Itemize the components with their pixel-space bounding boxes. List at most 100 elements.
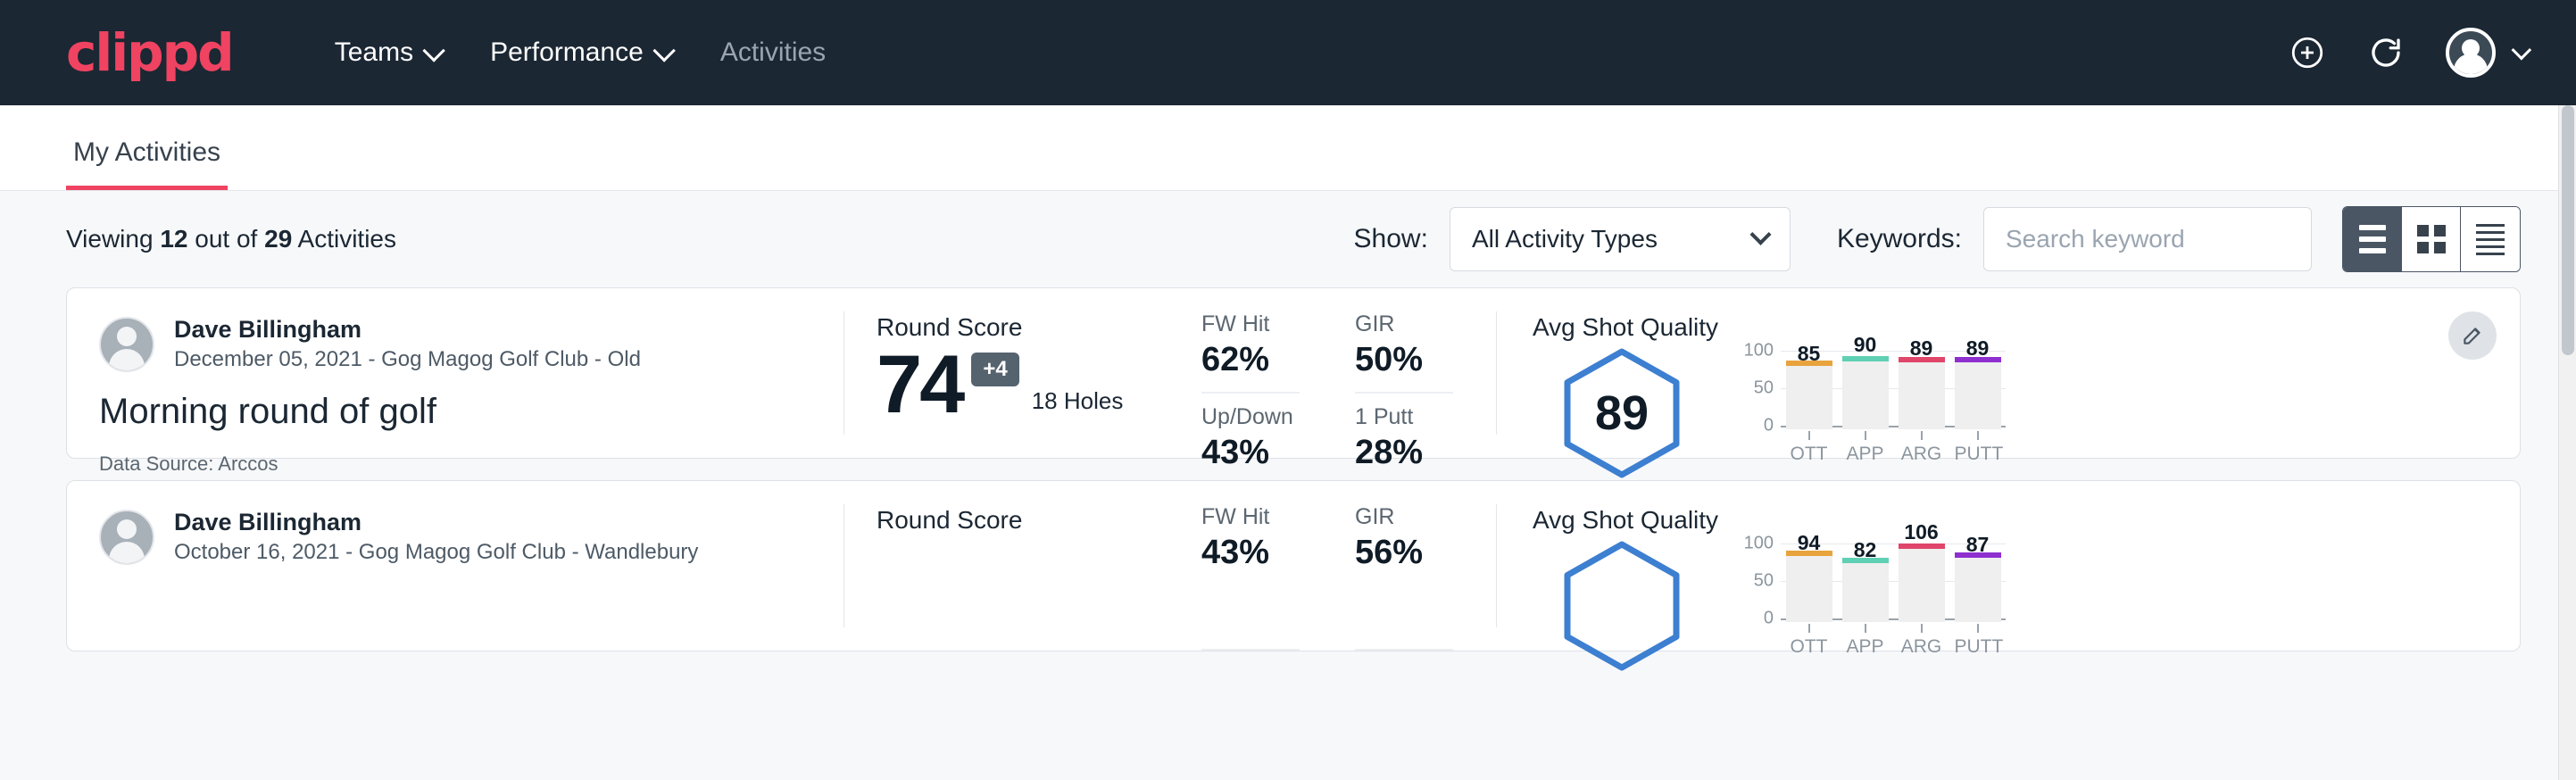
x-tick-ott: OTT <box>1786 624 1832 658</box>
avatar <box>99 510 154 565</box>
avg-shot-quality-body: 89 100 50 0 85 <box>1533 347 2520 479</box>
quality-score-value <box>1563 540 1681 672</box>
nav-actions <box>2289 28 2526 78</box>
bar-arg <box>1899 544 1945 622</box>
avg-shot-quality-body: 100 50 0 94 <box>1533 540 2520 672</box>
grid-view-icon <box>2417 225 2446 253</box>
x-label-ott: OTT <box>1791 444 1828 464</box>
avg-shot-quality-label: Avg Shot Quality <box>1533 313 2520 342</box>
chart-bars: 85 90 <box>1781 347 2006 429</box>
stat-fw-hit: FW Hit 62% <box>1201 311 1300 394</box>
quality-hexagon-wrap <box>1533 540 1711 672</box>
grid-view-button[interactable] <box>2402 207 2461 271</box>
stat-one-putt-label: 1 Putt <box>1355 404 1453 430</box>
round-score-label: Round Score <box>877 506 1201 535</box>
page-scrollbar[interactable] <box>2558 105 2576 780</box>
bar-cap-ott <box>1786 551 1832 556</box>
stat-fw-hit-value: 62% <box>1201 337 1300 383</box>
bar-app <box>1842 558 1889 622</box>
nav-item-performance[interactable]: Performance <box>465 37 695 68</box>
chart-x-axis: OTT APP ARG PUTT <box>1781 624 2006 658</box>
chart-bars: 94 82 <box>1781 540 2006 622</box>
list-view-button[interactable] <box>2343 207 2402 271</box>
viewing-count-text: Viewing 12 out of 29 Activities <box>66 225 396 253</box>
bar-slot-putt: 89 <box>1955 347 2001 429</box>
y-tick-50: 50 <box>1754 378 1774 399</box>
player-name: Dave Billingham <box>174 315 641 345</box>
refresh-icon[interactable] <box>2367 34 2405 71</box>
y-tick-50: 50 <box>1754 571 1774 592</box>
bar-ott <box>1786 361 1832 429</box>
avg-shot-quality-section: Avg Shot Quality 100 50 0 <box>1497 481 2520 651</box>
activity-type-select-value: All Activity Types <box>1472 225 1658 253</box>
bar-value-app: 90 <box>1842 333 1889 357</box>
bar-value-arg: 106 <box>1899 520 1945 544</box>
round-score-badge: +4 <box>971 353 1018 386</box>
y-tick-0: 0 <box>1764 416 1774 436</box>
tab-my-activities[interactable]: My Activities <box>66 137 228 190</box>
round-holes: 18 Holes <box>1032 387 1124 415</box>
stat-fw-hit-label: FW Hit <box>1201 311 1300 337</box>
user-menu[interactable] <box>2446 28 2526 78</box>
player-name: Dave Billingham <box>174 508 698 538</box>
x-tick-arg: ARG <box>1899 624 1945 658</box>
bar-app <box>1842 356 1889 429</box>
viewing-suffix: Activities <box>298 225 396 253</box>
stat-gir: GIR 56% <box>1355 504 1453 651</box>
bar-slot-ott: 94 <box>1786 540 1832 622</box>
pencil-icon <box>2461 324 2484 347</box>
stat-up-down-value: 43% <box>1201 430 1300 476</box>
viewing-count: 12 <box>160 225 187 253</box>
avg-shot-quality-section: Avg Shot Quality 89 100 50 0 <box>1497 288 2520 458</box>
activity-type-select[interactable]: All Activity Types <box>1450 207 1791 271</box>
nav-item-teams[interactable]: Teams <box>310 37 465 68</box>
bar-slot-ott: 85 <box>1786 347 1832 429</box>
list-view-icon <box>2359 225 2386 253</box>
filter-bar: Viewing 12 out of 29 Activities Show: Al… <box>0 191 2576 287</box>
tab-bar: My Activities <box>0 105 2576 191</box>
clippd-logo[interactable]: clippd <box>66 27 233 79</box>
bar-cap-ott <box>1786 361 1832 366</box>
bar-slot-arg: 106 <box>1899 540 1945 622</box>
detail-view-button[interactable] <box>2461 207 2520 271</box>
nav-item-activities-label: Activities <box>720 37 826 68</box>
round-score-value: 74 <box>877 344 962 426</box>
y-tick-100: 100 <box>1744 534 1774 554</box>
top-navigation-bar: clippd Teams Performance Activities <box>0 0 2576 105</box>
bar-slot-arg: 89 <box>1899 347 1945 429</box>
scrollbar-thumb[interactable] <box>2562 105 2574 355</box>
stat-fw-hit-value: 43% <box>1201 530 1300 576</box>
stat-gir-label: GIR <box>1355 504 1453 530</box>
x-tick-ott: OTT <box>1786 431 1832 465</box>
quality-score-value: 89 <box>1563 347 1681 479</box>
tab-my-activities-label: My Activities <box>73 137 220 167</box>
y-tick-100: 100 <box>1744 341 1774 361</box>
edit-activity-button[interactable] <box>2448 311 2497 360</box>
bar-putt <box>1955 357 2001 429</box>
quality-hexagon: 89 <box>1563 347 1681 479</box>
chevron-down-icon <box>2512 40 2532 61</box>
detail-view-icon <box>2476 224 2505 255</box>
activity-card[interactable]: Dave Billingham December 05, 2021 - Gog … <box>66 287 2521 459</box>
nav-item-performance-label: Performance <box>490 37 644 68</box>
activity-data-source: Data Source: Arccos <box>99 452 811 476</box>
stat-gir: GIR 50% <box>1355 311 1453 394</box>
stat-one-putt: 1 Putt 28% <box>1355 394 1453 476</box>
plus-circle-icon[interactable] <box>2289 34 2326 71</box>
stat-up-down-label: Up/Down <box>1201 404 1300 430</box>
nav-item-activities[interactable]: Activities <box>695 37 851 68</box>
activity-meta: December 05, 2021 - Gog Magog Golf Club … <box>174 345 641 374</box>
search-input[interactable] <box>1983 207 2312 271</box>
bar-slot-app: 82 <box>1842 540 1889 622</box>
quality-hexagon <box>1563 540 1681 672</box>
activity-list: Dave Billingham December 05, 2021 - Gog … <box>0 287 2576 651</box>
bar-ott <box>1786 551 1832 622</box>
primary-nav: Teams Performance Activities <box>310 37 851 68</box>
stat-gir-value: 50% <box>1355 337 1453 383</box>
stat-gir-label: GIR <box>1355 311 1453 337</box>
x-label-app: APP <box>1846 636 1883 657</box>
avatar <box>2446 28 2496 78</box>
viewing-prefix: Viewing <box>66 225 154 253</box>
activity-card[interactable]: Dave Billingham October 16, 2021 - Gog M… <box>66 480 2521 651</box>
bar-cap-arg <box>1899 357 1945 362</box>
